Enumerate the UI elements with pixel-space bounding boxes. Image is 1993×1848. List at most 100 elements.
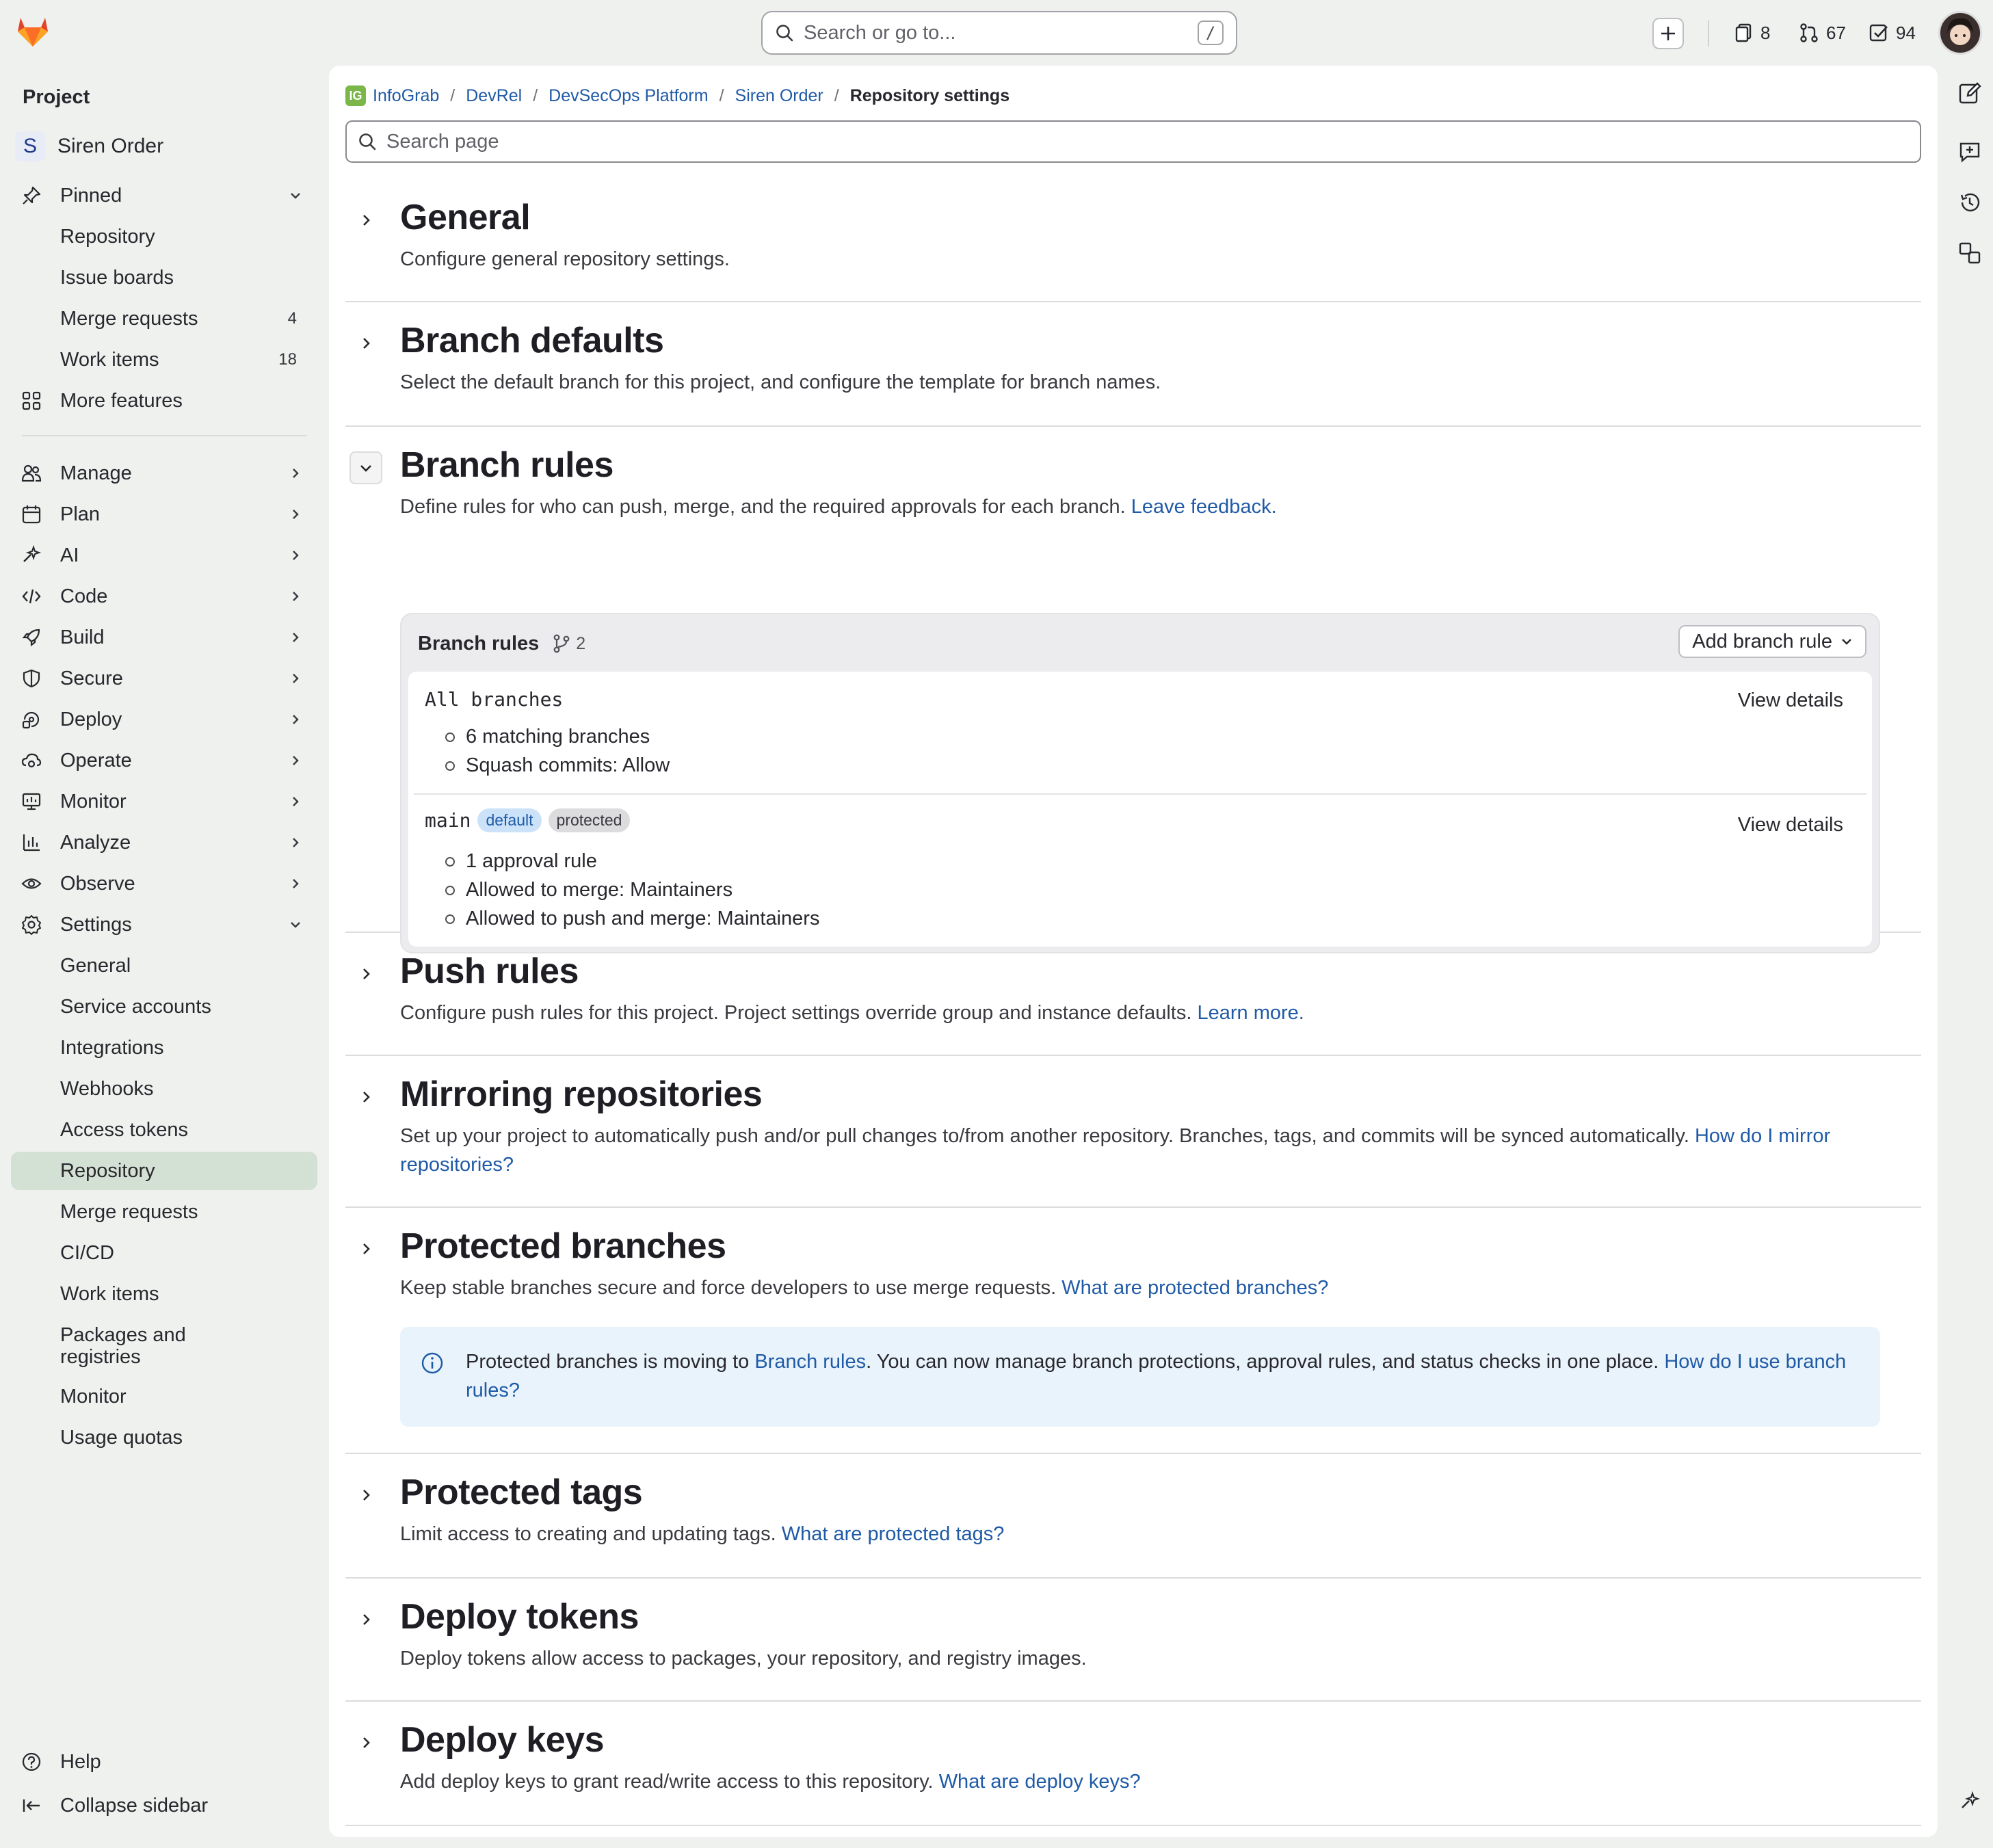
- chevron-right-icon: [289, 713, 302, 726]
- sidebar-item-deploy[interactable]: Deploy: [11, 700, 317, 739]
- learn-more-link[interactable]: Learn more.: [1197, 1002, 1304, 1024]
- chevron-right-icon: [289, 795, 302, 808]
- breadcrumb-current[interactable]: Repository settings: [850, 86, 1009, 106]
- section-expand-button[interactable]: [349, 1232, 382, 1265]
- section-expand-button[interactable]: [349, 1081, 382, 1113]
- sidebar-settings-usage-quotas[interactable]: Usage quotas: [11, 1418, 317, 1457]
- section-title[interactable]: Branch rules: [400, 445, 613, 486]
- duo-chat-icon[interactable]: [1955, 1786, 1985, 1817]
- global-search-input[interactable]: Search or go to... /: [761, 11, 1237, 55]
- review-comment-icon[interactable]: [1955, 137, 1985, 167]
- sidebar-settings-monitor[interactable]: Monitor: [11, 1377, 317, 1416]
- ai-sparkle-icon: [12, 545, 51, 566]
- sidebar-divider: [22, 435, 306, 436]
- search-shortcut-key: /: [1198, 21, 1224, 45]
- section-title[interactable]: Deploy tokens: [400, 1596, 639, 1637]
- sidebar-pinned-merge-requests[interactable]: Merge requests 4: [11, 300, 317, 338]
- sidebar-settings-general[interactable]: General: [11, 947, 317, 985]
- right-rail: [1946, 66, 1993, 1848]
- sidebar-item-monitor[interactable]: Monitor: [11, 782, 317, 821]
- sidebar-pinned-toggle[interactable]: Pinned: [11, 176, 317, 215]
- section-expand-button[interactable]: [349, 327, 382, 360]
- sidebar-item-manage[interactable]: Manage: [11, 454, 317, 492]
- add-branch-rule-button[interactable]: Add branch rule: [1678, 625, 1866, 658]
- sidebar-item-code[interactable]: Code: [11, 577, 317, 616]
- section-expand-button[interactable]: [349, 204, 382, 237]
- info-icon: [421, 1351, 444, 1375]
- sidebar-collapse[interactable]: Collapse sidebar: [11, 1786, 317, 1825]
- sidebar-item-analyze[interactable]: Analyze: [11, 823, 317, 862]
- sidebar-pinned-repository[interactable]: Repository: [11, 217, 317, 256]
- merge-request-icon: [1800, 23, 1818, 42]
- sidebar-project[interactable]: S Siren Order: [15, 131, 163, 161]
- todo-check-icon: [1869, 24, 1888, 42]
- chevron-down-icon: [360, 465, 371, 472]
- breadcrumb-item[interactable]: DevSecOps Platform: [549, 86, 708, 106]
- sidebar-settings-work-items[interactable]: Work items: [11, 1275, 317, 1313]
- section-title[interactable]: Branch defaults: [400, 320, 664, 361]
- view-details-link[interactable]: View details: [1738, 814, 1843, 836]
- sidebar-help[interactable]: Help: [11, 1743, 317, 1781]
- section-title[interactable]: General: [400, 197, 531, 238]
- sidebar-item-secure[interactable]: Secure: [11, 659, 317, 698]
- chevron-right-icon: [289, 466, 302, 480]
- view-details-link[interactable]: View details: [1738, 689, 1843, 712]
- deploy-keys-help-link[interactable]: What are deploy keys?: [939, 1771, 1141, 1793]
- section-description: Limit access to creating and updating ta…: [400, 1523, 1005, 1545]
- sidebar-settings-merge-requests[interactable]: Merge requests: [11, 1193, 317, 1231]
- branch-rules-link[interactable]: Branch rules: [754, 1351, 866, 1373]
- section-title[interactable]: Protected branches: [400, 1226, 726, 1267]
- eye-icon: [12, 873, 51, 894]
- history-icon[interactable]: [1955, 187, 1985, 217]
- sidebar-item-observe[interactable]: Observe: [11, 864, 317, 903]
- chevron-right-icon: [363, 968, 370, 979]
- todos-counter[interactable]: 94: [1869, 19, 1916, 47]
- section-expand-button[interactable]: [349, 1479, 382, 1512]
- sidebar-settings-ci-cd[interactable]: CI/CD: [11, 1234, 317, 1272]
- sidebar-item-operate[interactable]: Operate: [11, 741, 317, 780]
- sidebar-item-settings[interactable]: Settings: [11, 906, 317, 944]
- sidebar-item-ai[interactable]: AI: [11, 536, 317, 575]
- protected-branches-help-link[interactable]: What are protected branches?: [1061, 1277, 1328, 1299]
- breadcrumb-item[interactable]: InfoGrab: [373, 86, 439, 106]
- gitlab-logo-icon[interactable]: [14, 12, 52, 51]
- section-expand-button[interactable]: [349, 1603, 382, 1636]
- sidebar-title: Project: [23, 86, 90, 108]
- cloud-gear-icon: [12, 750, 51, 771]
- section-title[interactable]: Protected tags: [400, 1472, 643, 1513]
- merge-requests-counter[interactable]: 67: [1799, 19, 1846, 47]
- compare-icon[interactable]: [1955, 238, 1985, 268]
- breadcrumb-item[interactable]: DevRel: [466, 86, 522, 106]
- section-expand-button[interactable]: [349, 1726, 382, 1759]
- create-new-button[interactable]: [1652, 18, 1684, 49]
- chevron-right-icon: [289, 877, 302, 890]
- page-search-input[interactable]: Search page: [345, 120, 1921, 163]
- section-title[interactable]: Deploy keys: [400, 1719, 605, 1760]
- user-avatar[interactable]: [1938, 11, 1982, 55]
- issues-counter[interactable]: 8: [1734, 19, 1770, 47]
- breadcrumb-item[interactable]: Siren Order: [735, 86, 823, 106]
- leave-feedback-link[interactable]: Leave feedback.: [1131, 496, 1277, 518]
- sidebar-settings-webhooks[interactable]: Webhooks: [11, 1070, 317, 1108]
- plus-icon: [1661, 27, 1675, 40]
- section-collapse-button[interactable]: [349, 451, 382, 484]
- sidebar-settings-packages[interactable]: Packages and registries: [11, 1316, 257, 1376]
- protected-tags-help-link[interactable]: What are protected tags?: [782, 1523, 1005, 1545]
- sidebar-item-build[interactable]: Build: [11, 618, 317, 657]
- sidebar-settings-repository[interactable]: Repository: [11, 1152, 317, 1190]
- sidebar-item-plan[interactable]: Plan: [11, 495, 317, 533]
- sidebar-more-features[interactable]: More features: [11, 382, 317, 420]
- monitor-icon: [12, 791, 51, 812]
- sidebar-settings-integrations[interactable]: Integrations: [11, 1029, 317, 1067]
- section-expand-button[interactable]: [349, 958, 382, 990]
- branch-count: 2: [553, 634, 585, 654]
- sidebar-settings-service-accounts[interactable]: Service accounts: [11, 988, 317, 1026]
- search-icon: [358, 132, 377, 151]
- sidebar-pinned-work-items[interactable]: Work items 18: [11, 341, 317, 379]
- section-title[interactable]: Mirroring repositories: [400, 1074, 763, 1115]
- edit-icon[interactable]: [1955, 78, 1985, 108]
- sidebar-pinned-issue-boards[interactable]: Issue boards: [11, 259, 317, 297]
- section-protected-tags: Protected tags Limit access to creating …: [345, 1454, 1921, 1579]
- sidebar-settings-access-tokens[interactable]: Access tokens: [11, 1111, 317, 1149]
- section-title[interactable]: Push rules: [400, 951, 579, 992]
